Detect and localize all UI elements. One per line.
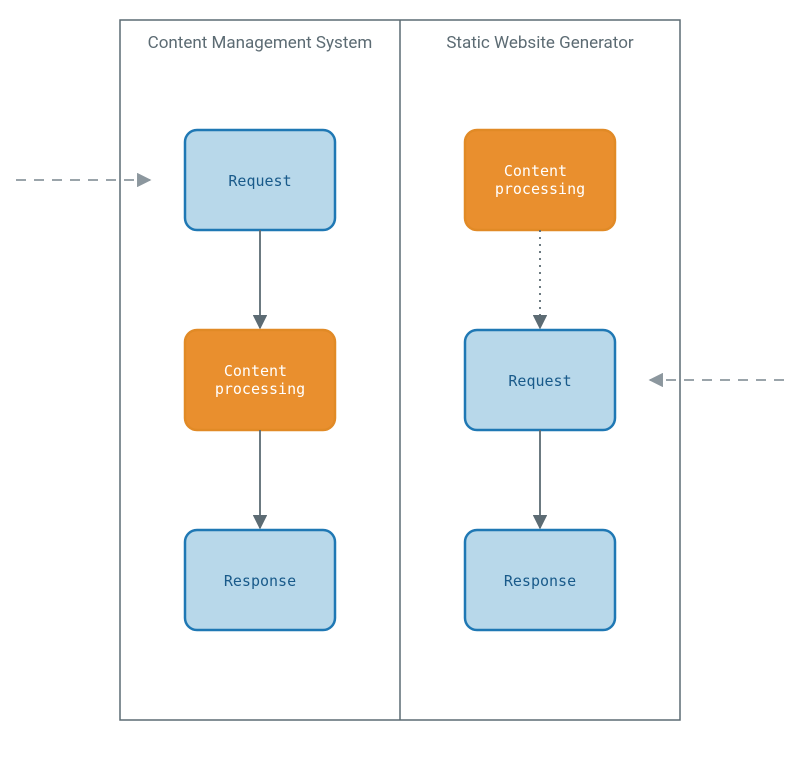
svg-text:Content processing: Content processing <box>215 362 305 398</box>
diagram-canvas: Content Management System Static Website… <box>0 0 800 760</box>
box-swg-response-label: Response <box>504 572 576 590</box>
box-swg-response: Response <box>465 530 615 630</box>
box-cms-request-label: Request <box>228 172 291 190</box>
column-title-right: Static Website Generator <box>446 33 634 53</box>
box-cms-content-label-2: processing <box>215 380 305 398</box>
box-cms-request: Request <box>185 130 335 230</box>
box-cms-content: Content processing <box>185 330 335 430</box>
box-swg-request-label: Request <box>508 372 571 390</box>
box-swg-content-label-2: processing <box>495 180 585 198</box>
box-cms-response-label: Response <box>224 572 296 590</box>
box-cms-response: Response <box>185 530 335 630</box>
box-swg-content-label-1: Content <box>504 162 567 180</box>
svg-text:Content processing: Content processing <box>495 162 585 198</box>
box-cms-content-label-1: Content <box>224 362 287 380</box>
column-title-left: Content Management System <box>148 33 373 53</box>
box-swg-request: Request <box>465 330 615 430</box>
box-swg-content: Content processing <box>465 130 615 230</box>
